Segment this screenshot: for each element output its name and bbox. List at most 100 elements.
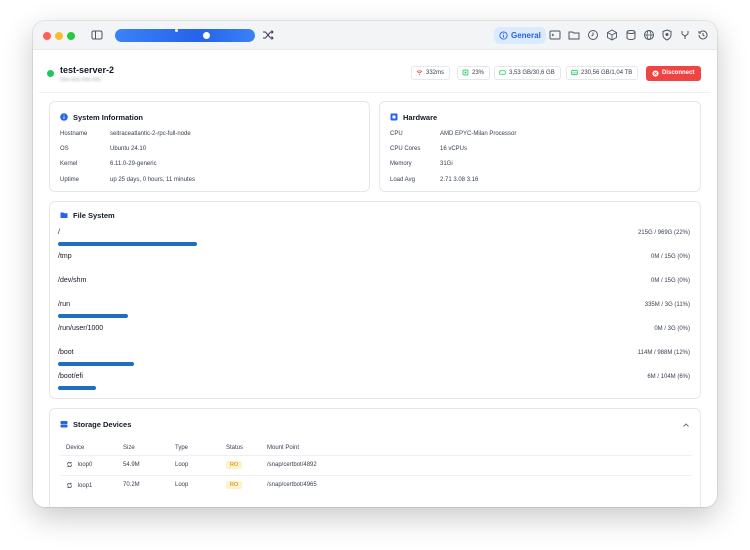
device-size: 70.2M [123,474,175,495]
memory-label: Memory [390,161,412,167]
status-badge: RO [226,461,243,469]
cpu-icon [462,69,469,76]
col-mount-point: Mount Point [267,444,300,451]
fs-usage-bar [58,362,134,366]
device-type: Loop [175,474,226,495]
fs-usage: 114M / 988M (12%) [637,350,690,356]
shield-icon[interactable] [661,29,673,41]
fs-path: /run [58,301,71,308]
loop-device-icon [66,482,73,488]
kernel-value: 6.11.0-29-generic [110,161,157,167]
tab-general[interactable]: General [494,27,546,44]
fs-usage: 6M / 104M (6%) [647,374,690,380]
fs-path: /boot/efi [58,373,83,380]
status-badge: RO [226,481,243,490]
cpu-model-value: AMD EPYC-Milan Processor [440,131,517,137]
info-circle-icon [499,31,508,40]
hostname-value: seitraceatlantic-2-rpc-full-node [110,131,191,137]
fs-usage: 335M / 3G (11%) [644,302,690,308]
details-scroll-area[interactable]: System Information Hostname seitraceatla… [49,101,701,507]
chevron-up-icon[interactable] [682,421,690,429]
fs-path: /dev/shm [58,277,87,284]
titlebar: General [33,21,717,50]
load-avg-label: Load Avg [390,177,415,183]
globe-icon[interactable] [643,29,655,41]
mount-point: /snap/certbot/4965 [267,474,692,495]
fs-path: /boot [58,349,74,356]
wifi-icon [416,70,423,76]
close-window-button[interactable] [43,32,51,40]
file-system-title: File System [60,211,115,220]
disk-value: 230,56 GB/1,04 TB [581,70,633,76]
fs-path: /run/user/1000 [58,325,104,332]
table-row[interactable]: loop1 70.2M Loop RO /snap/certbot/4965 [60,474,692,495]
file-system-card: File System / 215G / 969G (22%) /tmp 0M … [49,201,701,399]
device-name: loop0 [77,462,93,469]
os-label: OS [60,146,69,152]
device-size: 54.9M [123,454,175,475]
col-size: Size [123,444,135,451]
memory-value: 3,53 GB/30,6 GB [509,70,555,76]
minimize-window-button[interactable] [55,32,63,40]
fs-usage: 0M / 15G (0%) [650,278,690,284]
cpu-value: 23% [472,70,485,76]
disk-badge: 230,56 GB/1,04 TB [566,66,639,80]
col-status: Status [226,444,244,451]
info-icon [60,113,68,121]
hardware-title: Hardware [390,113,437,122]
cpu-badge: 23% [457,66,491,80]
storage-devices-title: Storage Devices [60,420,131,429]
terminal-icon[interactable] [549,29,561,41]
hardware-card: Hardware CPU AMD EPYC-Milan Processor CP… [379,101,701,192]
close-circle-icon [652,70,659,77]
uptime-label: Uptime [60,177,80,183]
database-icon[interactable] [625,29,637,41]
history-icon[interactable] [697,29,709,41]
folder-icon [60,212,68,218]
kernel-label: Kernel [60,161,78,167]
uptime-value: up 25 days, 0 hours, 11 minutes [110,177,195,183]
fs-usage: 0M / 3G (0%) [654,326,690,332]
fs-usage-bar [58,314,128,318]
activity-wave [115,29,255,42]
server-name: test-server-2 [60,65,115,75]
hard-drive-icon [60,421,68,428]
system-info-title: System Information [60,113,143,122]
fs-usage: 0M / 15G (0%) [650,254,690,260]
disconnect-button[interactable]: Disconnect [646,66,701,81]
disk-icon [571,69,578,76]
tab-general-label: General [511,31,541,40]
latency-badge: 332ms [411,66,451,80]
system-info-card: System Information Hostname seitraceatla… [49,101,370,192]
latency-value: 332ms [426,70,445,76]
cpu-cores-value: 16 vCPUs [440,146,468,152]
server-header: test-server-2 xxx.xxx.xxx.xxx 332ms 23% … [39,53,711,93]
zoom-window-button[interactable] [67,32,75,40]
fork-icon[interactable] [679,29,691,41]
fs-usage-bar [58,242,197,246]
cpu-cores-label: CPU Cores [390,146,421,152]
device-name: loop1 [77,482,93,489]
shuffle-icon[interactable] [262,29,274,41]
main-content: test-server-2 xxx.xxx.xxx.xxx 332ms 23% … [39,53,711,507]
fs-path: / [58,229,60,236]
memory-total-value: 31Gi [440,161,453,167]
fs-path: /tmp [58,253,72,260]
cpu-label: CPU [390,131,403,137]
sidebar-toggle-icon[interactable] [91,29,103,41]
disconnect-label: Disconnect [662,70,695,76]
col-type: Type [175,444,189,451]
col-device: Device [66,444,85,451]
table-row[interactable]: loop0 54.9M Loop RO /snap/certbot/4892 [60,454,692,475]
memory-icon [499,70,506,75]
folder-icon[interactable] [568,29,580,41]
storage-devices-table: Device Size Type Status Mount Point loop… [60,441,692,495]
memory-badge: 3,53 GB/30,6 GB [494,66,561,80]
fs-usage: 215G / 969G (22%) [637,230,690,236]
chip-icon [390,113,398,121]
device-type: Loop [175,454,226,475]
connection-status-dot [47,70,54,77]
box-icon[interactable] [606,29,618,41]
clock-icon[interactable] [587,29,599,41]
load-avg-value: 2.71 3.08 3.16 [440,177,479,183]
